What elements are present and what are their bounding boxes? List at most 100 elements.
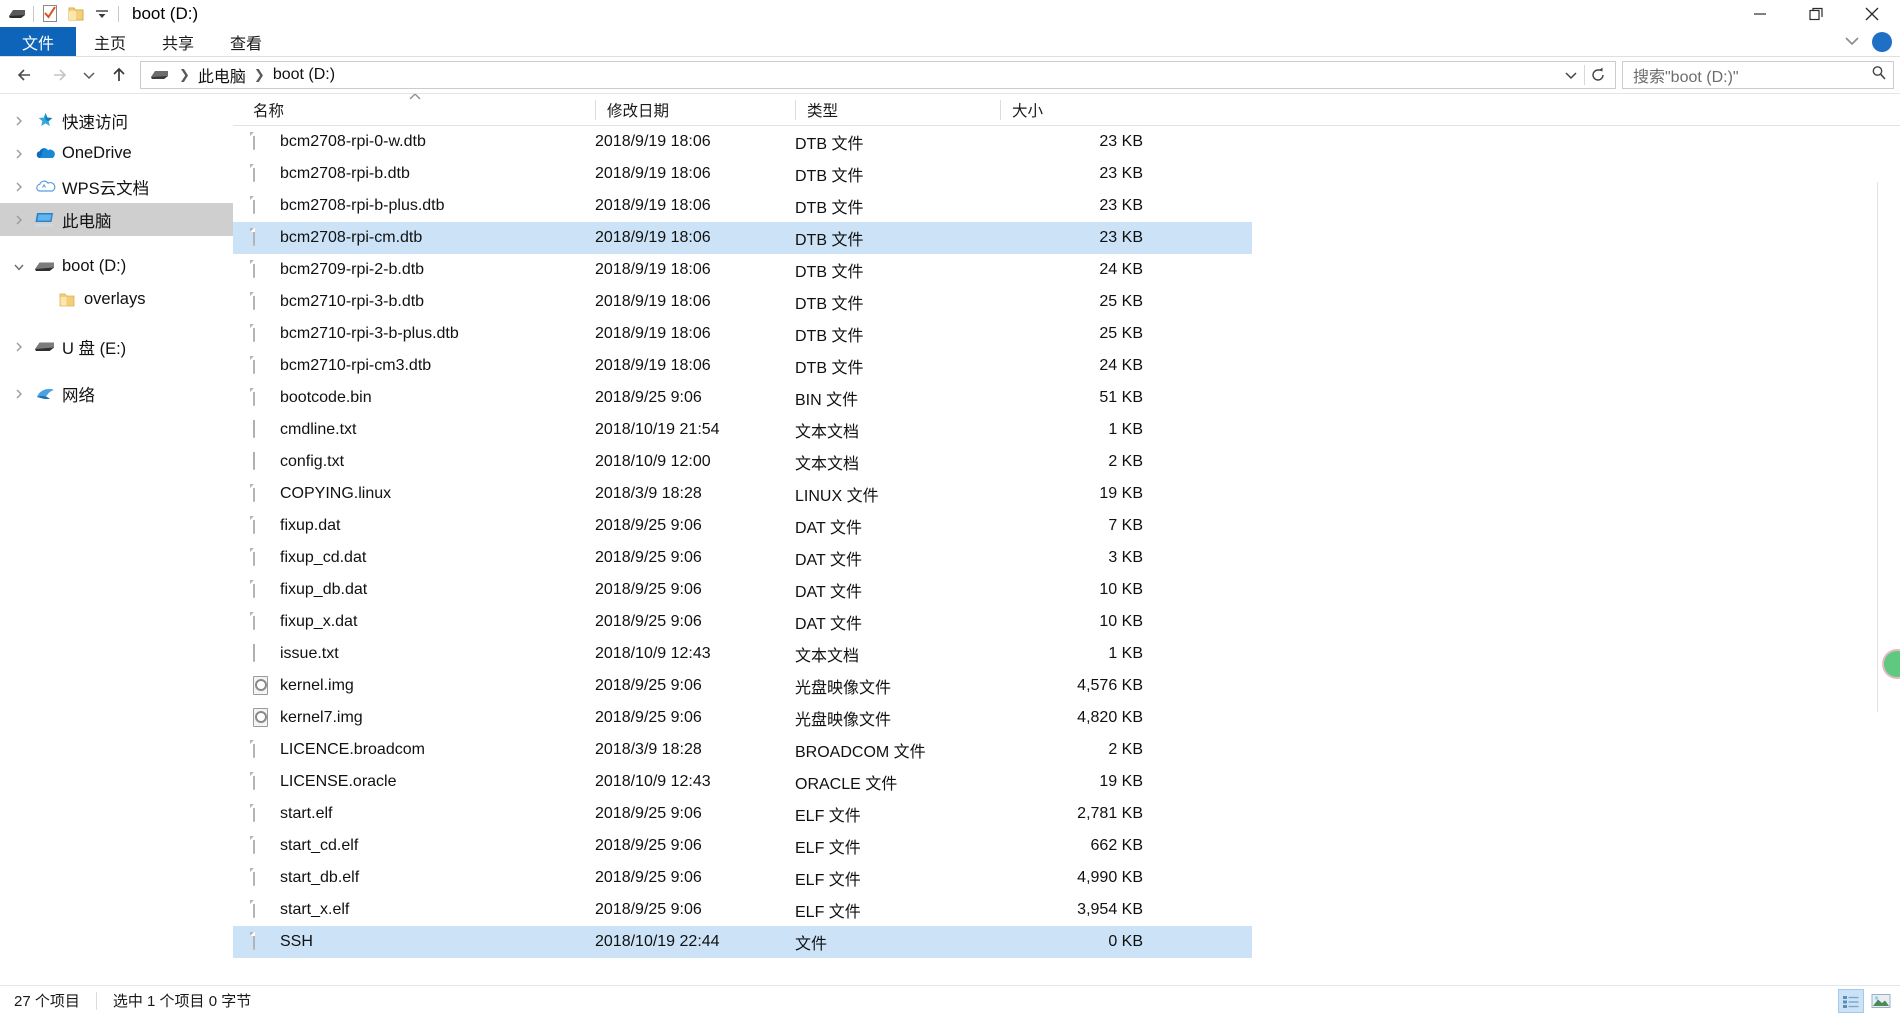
- tab-view[interactable]: 查看: [212, 27, 280, 56]
- large-icons-view-button[interactable]: [1868, 989, 1894, 1013]
- file-type-cell: DAT 文件: [795, 584, 862, 601]
- file-date-cell: 2018/9/19 18:06: [595, 165, 711, 182]
- details-view-button[interactable]: [1838, 989, 1864, 1013]
- chevron-down-icon[interactable]: [8, 261, 30, 273]
- sidebar-item-u-disk-e[interactable]: U 盘 (E:): [0, 330, 233, 363]
- table-row[interactable]: bcm2708-rpi-b.dtb 2018/9/19 18:06 DTB 文件 23…: [233, 158, 1252, 190]
- column-header-size[interactable]: 大小: [1000, 94, 1167, 126]
- tab-file[interactable]: 文件: [0, 27, 77, 56]
- properties-icon[interactable]: [37, 3, 63, 25]
- file-type-cell: DTB 文件: [795, 168, 864, 185]
- table-row[interactable]: bcm2710-rpi-3-b-plus.dtb 2018/9/19 18:06 D…: [233, 318, 1252, 350]
- help-circle-icon[interactable]: [1872, 32, 1892, 52]
- back-button[interactable]: [8, 60, 42, 90]
- customize-dropdown-icon[interactable]: [89, 3, 115, 25]
- table-row[interactable]: bootcode.bin 2018/9/25 9:06 BIN 文件 51 KB: [233, 382, 1252, 414]
- column-header-name[interactable]: 名称: [233, 94, 595, 126]
- tab-share[interactable]: 共享: [144, 27, 212, 56]
- chevron-right-icon[interactable]: [8, 388, 30, 400]
- breadcrumb-separator-1[interactable]: ❯: [252, 67, 267, 83]
- breadcrumb-boot-d[interactable]: boot (D:): [269, 65, 339, 85]
- table-row[interactable]: issue.txt 2018/10/9 12:43 文本文档 1 KB: [233, 638, 1252, 670]
- table-row[interactable]: fixup.dat 2018/9/25 9:06 DAT 文件 7 KB: [233, 510, 1252, 542]
- chevron-right-icon[interactable]: [8, 148, 30, 160]
- chevron-right-icon[interactable]: [8, 115, 30, 127]
- close-icon[interactable]: [1844, 0, 1900, 27]
- chevron-down-icon[interactable]: [1842, 34, 1862, 51]
- file-type-cell: DTB 文件: [795, 200, 864, 217]
- file-icon: [253, 867, 270, 889]
- refresh-icon[interactable]: [1585, 62, 1611, 88]
- up-button[interactable]: [102, 60, 136, 90]
- sidebar-item-wps-cloud[interactable]: WPS云文档: [0, 170, 233, 203]
- table-row[interactable]: cmdline.txt 2018/10/19 21:54 文本文档 1 KB: [233, 414, 1252, 446]
- sidebar-item-network[interactable]: 网络: [0, 377, 233, 410]
- file-date-cell: 2018/9/19 18:06: [595, 293, 711, 310]
- file-name-label: config.txt: [280, 453, 345, 470]
- sidebar-item-quick-access[interactable]: 快速访问: [0, 104, 233, 137]
- table-row[interactable]: kernel.img 2018/9/25 9:06 光盘映像文件 4,576 KB: [233, 670, 1252, 702]
- table-row[interactable]: fixup_cd.dat 2018/9/25 9:06 DAT 文件 3 KB: [233, 542, 1252, 574]
- text-icon: [253, 643, 270, 665]
- table-row[interactable]: config.txt 2018/10/9 12:00 文本文档 2 KB: [233, 446, 1252, 478]
- address-bar[interactable]: ❯ 此电脑 ❯ boot (D:): [140, 61, 1616, 89]
- file-size-cell: 1 KB: [1108, 645, 1143, 662]
- file-name-cell: config.txt: [233, 451, 595, 473]
- file-type-cell: DTB 文件: [795, 360, 864, 377]
- column-header-label: 修改日期: [607, 102, 670, 120]
- table-row[interactable]: bcm2708-rpi-cm.dtb 2018/9/19 18:06 DTB 文件 2…: [233, 222, 1252, 254]
- table-row[interactable]: SSH 2018/10/19 22:44 文件 0 KB: [233, 926, 1252, 958]
- sidebar-item-onedrive[interactable]: OneDrive: [0, 137, 233, 170]
- file-icon: [253, 227, 270, 249]
- search-icon[interactable]: [1871, 65, 1887, 85]
- table-row[interactable]: COPYING.linux 2018/3/9 18:28 LINUX 文件 19 KB: [233, 478, 1252, 510]
- table-row[interactable]: start_x.elf 2018/9/25 9:06 ELF 文件 3,954 KB: [233, 894, 1252, 926]
- minimize-icon[interactable]: [1732, 0, 1788, 27]
- breadcrumb-separator-0[interactable]: ❯: [177, 67, 192, 83]
- file-date-cell: 2018/9/25 9:06: [595, 837, 702, 854]
- search-input[interactable]: 搜索"boot (D:)": [1633, 63, 1871, 87]
- search-box[interactable]: 搜索"boot (D:)": [1622, 61, 1894, 89]
- tab-home[interactable]: 主页: [76, 27, 144, 56]
- sidebar-item-overlays[interactable]: overlays: [0, 283, 233, 316]
- table-row[interactable]: bcm2708-rpi-0-w.dtb 2018/9/19 18:06 DTB 文件…: [233, 126, 1252, 158]
- sidebar-item-boot-d[interactable]: boot (D:): [0, 250, 233, 283]
- table-row[interactable]: bcm2708-rpi-b-plus.dtb 2018/9/19 18:06 DTB…: [233, 190, 1252, 222]
- new-folder-icon[interactable]: [63, 3, 89, 25]
- file-size-cell: 10 KB: [1099, 581, 1143, 598]
- recent-locations-button[interactable]: [76, 60, 102, 90]
- text-icon: [253, 451, 270, 473]
- column-header-type[interactable]: 类型: [795, 94, 1000, 126]
- file-name-cell: bcm2708-rpi-0-w.dtb: [233, 131, 595, 153]
- file-date-cell: 2018/10/9 12:00: [595, 453, 711, 470]
- divider: [33, 5, 34, 22]
- table-row[interactable]: fixup_db.dat 2018/9/25 9:06 DAT 文件 10 KB: [233, 574, 1252, 606]
- table-row[interactable]: start.elf 2018/9/25 9:06 ELF 文件 2,781 KB: [233, 798, 1252, 830]
- table-row[interactable]: LICENSE.oracle 2018/10/9 12:43 ORACLE 文件 19…: [233, 766, 1252, 798]
- table-row[interactable]: start_db.elf 2018/9/25 9:06 ELF 文件 4,990 KB: [233, 862, 1252, 894]
- table-row[interactable]: bcm2710-rpi-3-b.dtb 2018/9/19 18:06 DTB 文件…: [233, 286, 1252, 318]
- file-size-cell: 23 KB: [1099, 229, 1143, 246]
- column-header-date-modified[interactable]: 修改日期: [595, 94, 795, 126]
- table-row[interactable]: LICENCE.broadcom 2018/3/9 18:28 BROADCOM 文…: [233, 734, 1252, 766]
- table-row[interactable]: fixup_x.dat 2018/9/25 9:06 DAT 文件 10 KB: [233, 606, 1252, 638]
- table-row[interactable]: start_cd.elf 2018/9/25 9:06 ELF 文件 662 KB: [233, 830, 1252, 862]
- chevron-right-icon[interactable]: [8, 214, 30, 226]
- maximize-icon[interactable]: [1788, 0, 1844, 27]
- file-size-cell: 4,990 KB: [1077, 869, 1143, 886]
- sidebar-item-this-pc[interactable]: 此电脑: [0, 203, 233, 236]
- table-row[interactable]: bcm2710-rpi-cm3.dtb 2018/9/19 18:06 DTB 文件…: [233, 350, 1252, 382]
- chevron-right-icon[interactable]: [8, 181, 30, 193]
- file-date-cell: 2018/9/25 9:06: [595, 869, 702, 886]
- file-name-label: bcm2709-rpi-2-b.dtb: [280, 261, 425, 278]
- file-size-cell: 19 KB: [1099, 485, 1143, 502]
- chevron-down-icon[interactable]: [1558, 62, 1584, 88]
- table-row[interactable]: kernel7.img 2018/9/25 9:06 光盘映像文件 4,820 KB: [233, 702, 1252, 734]
- forward-button[interactable]: [42, 60, 76, 90]
- breadcrumb-this-pc[interactable]: 此电脑: [194, 62, 250, 88]
- file-name-cell: bcm2709-rpi-2-b.dtb: [233, 259, 595, 281]
- sidebar-item-label: U 盘 (E:): [62, 339, 127, 358]
- file-size-cell: 2 KB: [1108, 453, 1143, 470]
- chevron-right-icon[interactable]: [8, 341, 30, 353]
- table-row[interactable]: bcm2709-rpi-2-b.dtb 2018/9/19 18:06 DTB 文件…: [233, 254, 1252, 286]
